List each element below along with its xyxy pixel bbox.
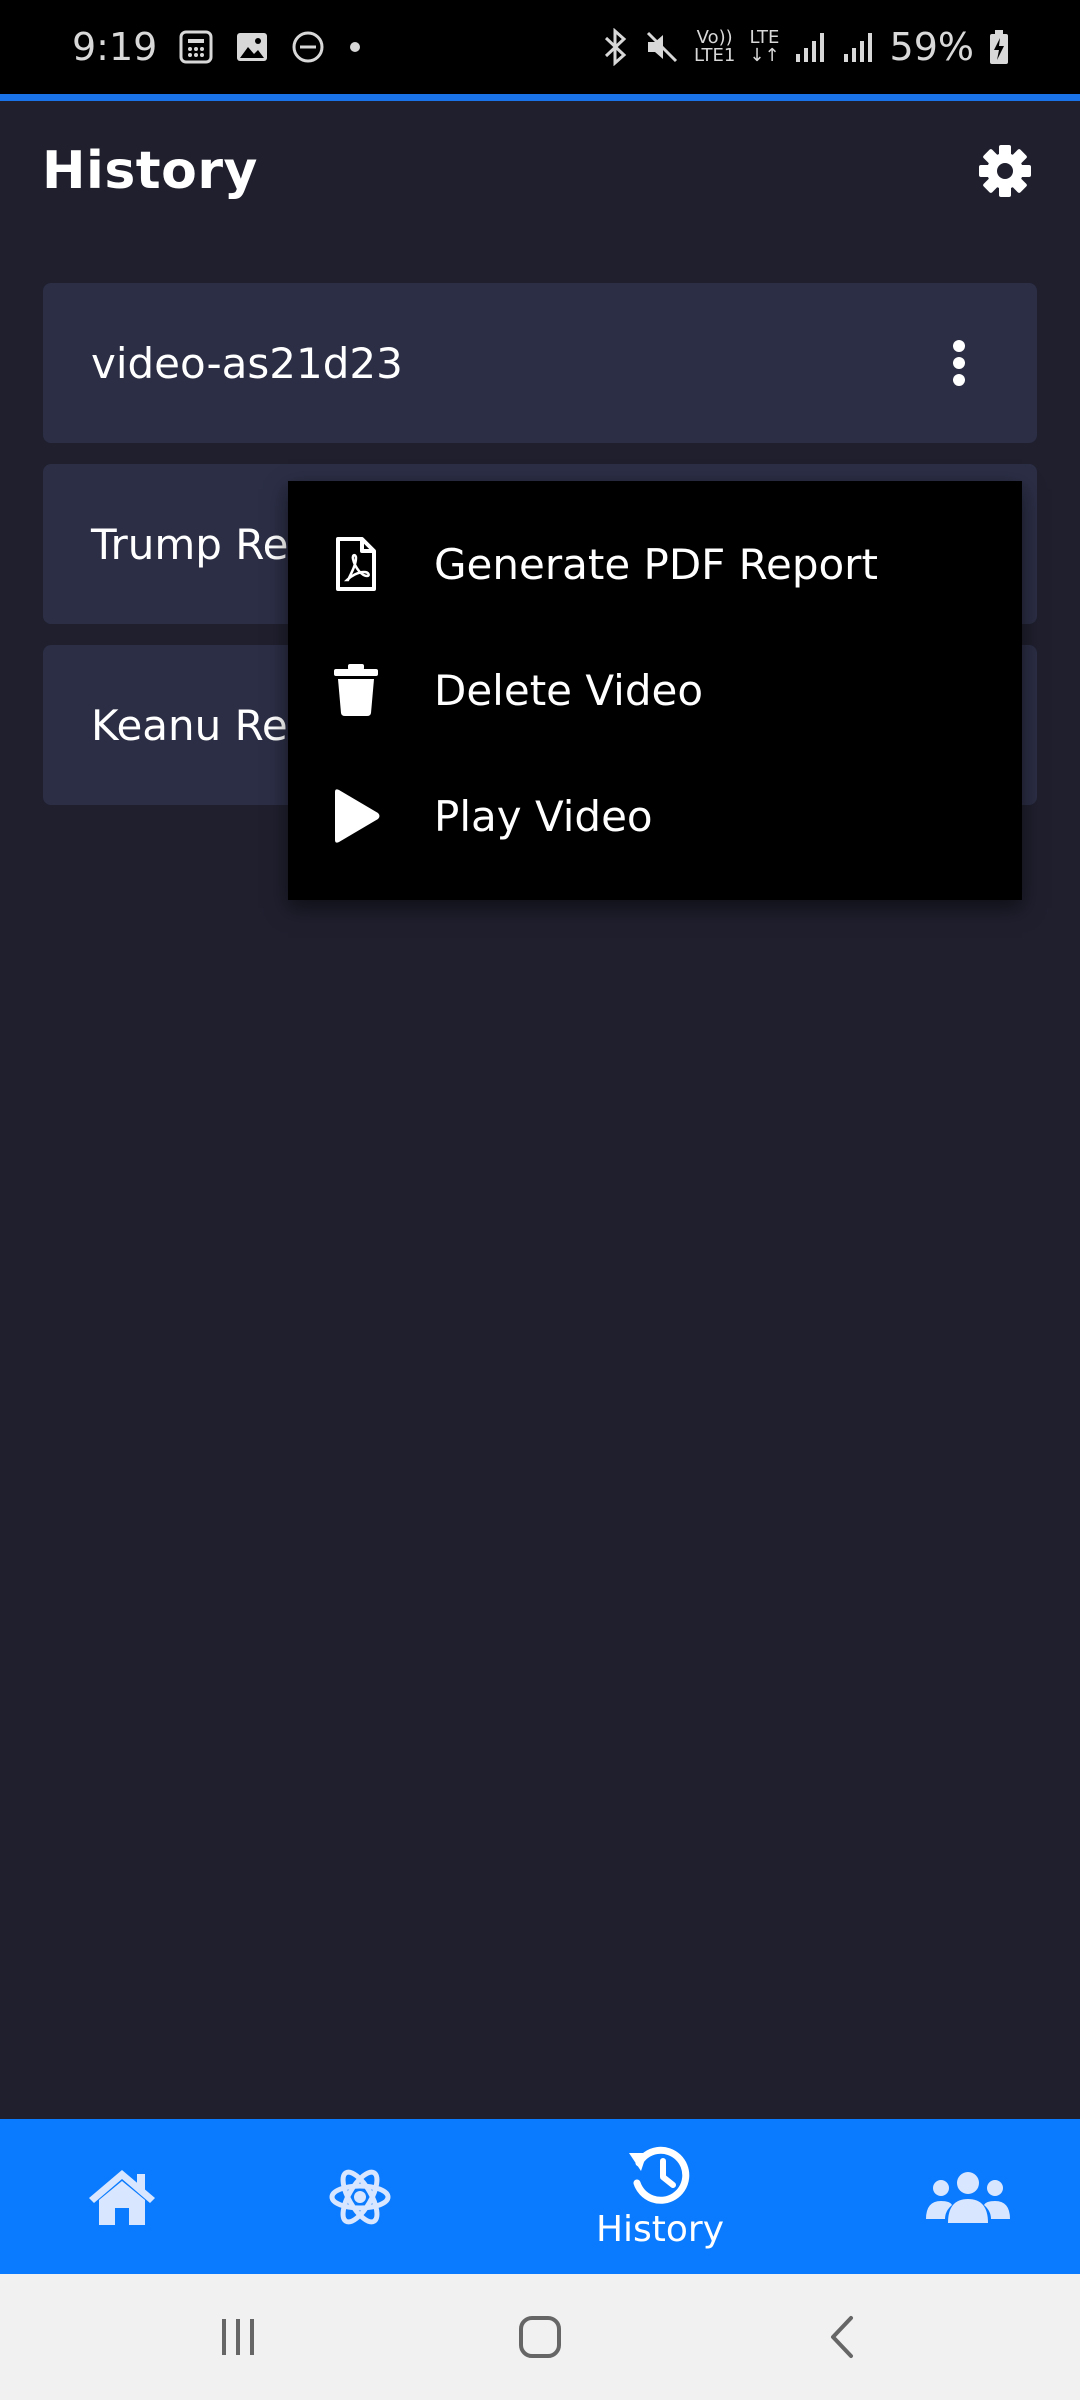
calculator-icon (179, 30, 213, 64)
home-button[interactable] (480, 2274, 600, 2400)
nav-label: History (595, 2209, 725, 2250)
volte-indicator: Vo)) LTE1 (694, 29, 735, 65)
trash-icon (328, 660, 384, 720)
mute-icon (644, 29, 680, 65)
video-name: Trump Re (91, 519, 289, 569)
nav-community[interactable] (908, 2119, 1028, 2274)
notification-dot-icon (347, 39, 363, 55)
gear-icon (979, 145, 1031, 197)
nav-history[interactable]: History (560, 2119, 760, 2274)
lte1-label: LTE1 (693, 45, 736, 66)
nav-analyze[interactable] (300, 2119, 420, 2274)
more-options-button[interactable] (929, 323, 989, 403)
back-chevron-icon (831, 2316, 853, 2358)
video-name: video-as21d23 (91, 338, 403, 388)
video-name: Keanu Re (91, 700, 288, 750)
recent-apps-icon (222, 2319, 254, 2355)
home-outline-icon (519, 2316, 561, 2358)
do-not-disturb-icon (291, 30, 325, 64)
data-arrows-icon: ↓↑ (749, 45, 780, 66)
battery-charging-icon (988, 29, 1010, 65)
menu-item-label: Play Video (434, 791, 653, 841)
nav-home[interactable] (62, 2119, 182, 2274)
menu-item-delete-video[interactable]: Delete Video (288, 627, 1022, 753)
battery-percent: 59% (889, 25, 974, 69)
back-button[interactable] (782, 2274, 902, 2400)
bluetooth-icon (600, 28, 630, 66)
app-header: History (0, 101, 1080, 241)
play-icon (328, 786, 384, 846)
menu-item-generate-pdf[interactable]: Generate PDF Report (288, 501, 1022, 627)
context-menu: Generate PDF Report Delete Video Play Vi… (288, 481, 1022, 900)
lte-indicator: LTE ↓↑ (749, 29, 779, 65)
menu-item-label: Generate PDF Report (434, 539, 878, 589)
more-vertical-icon (953, 340, 965, 386)
users-icon (926, 2171, 1010, 2223)
settings-button[interactable] (970, 136, 1040, 206)
status-bar: 9:19 Vo)) LTE1 LTE ↓↑ 59% (0, 0, 1080, 94)
status-accent-bar (0, 94, 1080, 101)
image-icon (235, 30, 269, 64)
menu-item-label: Delete Video (434, 665, 704, 715)
video-list-item[interactable]: video-as21d23 (43, 283, 1037, 443)
signal-icon (794, 30, 828, 64)
status-time: 9:19 (72, 25, 158, 69)
atom-icon (329, 2169, 391, 2224)
history-icon (629, 2146, 690, 2204)
signal-icon (842, 30, 876, 64)
system-navigation-bar (0, 2274, 1080, 2400)
home-icon (89, 2169, 155, 2225)
bottom-navigation: History (0, 2119, 1080, 2274)
recent-apps-button[interactable] (178, 2274, 298, 2400)
menu-item-play-video[interactable]: Play Video (288, 753, 1022, 879)
page-title: History (42, 141, 258, 201)
file-pdf-icon (328, 534, 384, 594)
